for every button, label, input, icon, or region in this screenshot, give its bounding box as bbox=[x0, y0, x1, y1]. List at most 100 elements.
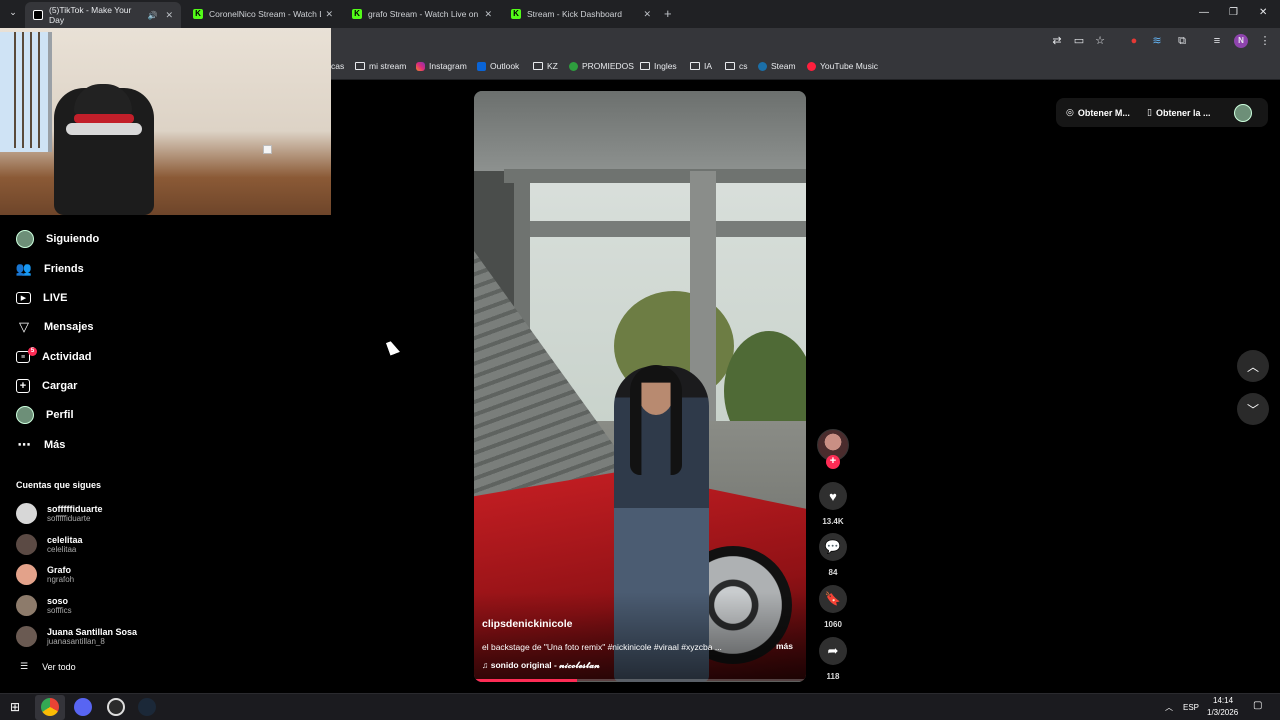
bookmark-ingles[interactable]: Ingles bbox=[640, 61, 677, 71]
avatar bbox=[16, 595, 37, 616]
close-tab-icon[interactable]: ✕ bbox=[165, 10, 173, 21]
more-icon: ⋯ bbox=[17, 437, 31, 452]
extension-red-icon[interactable]: ● bbox=[1127, 34, 1141, 48]
folder-icon bbox=[355, 62, 365, 70]
close-tab-icon[interactable]: ✕ bbox=[325, 9, 333, 20]
next-video-button[interactable]: ﹀ bbox=[1237, 393, 1269, 425]
avatar bbox=[16, 626, 37, 647]
nav-mensajes[interactable]: ▽ Mensajes bbox=[16, 316, 94, 338]
language-indicator[interactable]: ESP bbox=[1183, 703, 1199, 712]
following-account[interactable]: celelitaa celelitaa bbox=[16, 534, 83, 555]
previous-video-button[interactable]: ︿ bbox=[1237, 350, 1269, 382]
bookmark-star-icon[interactable]: ☆ bbox=[1093, 34, 1107, 48]
list-icon: ☰ bbox=[20, 661, 29, 671]
nav-siguiendo[interactable]: Siguiendo bbox=[16, 228, 99, 250]
windows-start-icon[interactable]: ⊞ bbox=[10, 700, 20, 714]
nav-friends[interactable]: 👥 Friends bbox=[16, 258, 84, 280]
video-progress-fill bbox=[474, 679, 577, 682]
activity-badge: 5 bbox=[28, 347, 37, 356]
following-account[interactable]: sofffffiduarte sofffffiduarte bbox=[16, 503, 103, 524]
bookmark-outlook[interactable]: Outlook bbox=[477, 61, 519, 71]
bookmark-ia[interactable]: IA bbox=[690, 61, 712, 71]
chrome-taskbar-icon[interactable] bbox=[41, 698, 59, 716]
media-queue-icon[interactable]: ≡ bbox=[1210, 34, 1224, 48]
new-tab-button[interactable]: + bbox=[664, 6, 672, 21]
get-coins-button[interactable]: ◎ Obtener M... bbox=[1066, 107, 1130, 118]
comment-count: 84 bbox=[828, 568, 838, 577]
folder-icon bbox=[533, 62, 543, 70]
nav-live[interactable]: ▶ LIVE bbox=[16, 287, 67, 309]
more-button[interactable]: más bbox=[776, 641, 793, 651]
tab-coronelnico-stream[interactable]: K CoronelNico Stream - Watch Li ✕ bbox=[185, 4, 341, 24]
user-avatar[interactable] bbox=[1234, 104, 1252, 122]
clock-time[interactable]: 14:14 bbox=[1213, 696, 1233, 705]
video-beam bbox=[514, 221, 806, 237]
translate-icon[interactable]: ⇄ bbox=[1050, 34, 1064, 48]
music-note-icon: ♫ bbox=[482, 660, 491, 670]
tab-search-button[interactable]: ⌄ bbox=[6, 7, 20, 21]
following-account[interactable]: soso sofffics bbox=[16, 595, 72, 616]
chrome-menu-icon[interactable]: ⋮ bbox=[1258, 34, 1272, 48]
folder-icon bbox=[725, 62, 735, 70]
close-tab-icon[interactable]: ✕ bbox=[484, 9, 492, 20]
steam-taskbar-icon[interactable] bbox=[138, 698, 156, 716]
see-all-link[interactable]: ☰ Ver todo bbox=[20, 661, 76, 672]
speaker-icon[interactable]: 🔊 bbox=[147, 11, 157, 20]
notifications-icon[interactable]: ▢ bbox=[1253, 700, 1262, 711]
bookmark-cs[interactable]: cs bbox=[725, 61, 748, 71]
comment-button[interactable]: 💬 bbox=[819, 533, 847, 561]
bookmark-steam[interactable]: Steam bbox=[758, 61, 796, 71]
bookmark-kz[interactable]: KZ bbox=[533, 61, 558, 71]
discord-taskbar-icon[interactable] bbox=[74, 698, 92, 716]
cast-icon[interactable]: ▭ bbox=[1072, 34, 1086, 48]
kick-favicon-icon: K bbox=[511, 9, 521, 19]
share-button[interactable]: ➦ bbox=[819, 637, 847, 665]
avatar bbox=[16, 534, 37, 555]
video-player[interactable]: clipsdenickinicole el backstage de "Una … bbox=[474, 91, 806, 682]
video-author[interactable]: clipsdenickinicole bbox=[482, 618, 572, 630]
clock-date[interactable]: 1/3/2026 bbox=[1207, 708, 1238, 717]
webcam-window-bars bbox=[8, 32, 46, 148]
obs-taskbar-icon[interactable] bbox=[107, 698, 125, 716]
coin-icon: ◎ bbox=[1066, 107, 1074, 117]
nav-mas[interactable]: ⋯ Más bbox=[16, 434, 66, 456]
nav-perfil[interactable]: Perfil bbox=[16, 404, 74, 426]
save-button[interactable]: 🔖 bbox=[819, 585, 847, 613]
close-tab-icon[interactable]: ✕ bbox=[643, 9, 651, 20]
bookmark-instagram[interactable]: Instagram bbox=[416, 61, 467, 71]
video-beam bbox=[504, 169, 806, 183]
extension-wave-icon[interactable]: ≋ bbox=[1150, 34, 1164, 48]
tab-label: grafo Stream - Watch Live on K bbox=[368, 9, 480, 19]
bookmark-youtube-music[interactable]: YouTube Music bbox=[807, 61, 878, 71]
tray-chevron-icon[interactable]: ︿ bbox=[1165, 702, 1173, 713]
follow-plus-icon[interactable]: + bbox=[826, 455, 840, 469]
restore-button[interactable]: ❐ bbox=[1229, 7, 1238, 18]
like-button[interactable]: ♥ bbox=[819, 482, 847, 510]
tab-kick-dashboard[interactable]: K Stream - Kick Dashboard ✕ bbox=[503, 4, 659, 24]
following-avatar-icon bbox=[16, 230, 34, 248]
instagram-icon bbox=[416, 61, 425, 71]
chair-white-stripe bbox=[66, 123, 142, 135]
bookmark-cas[interactable]: cas bbox=[331, 61, 344, 71]
bookmark-mi-stream[interactable]: mi stream bbox=[355, 61, 406, 71]
send-icon: ▽ bbox=[19, 319, 29, 334]
extensions-puzzle-icon[interactable]: ⧉ bbox=[1175, 34, 1189, 48]
webcam-overlay bbox=[0, 28, 331, 215]
bookmark-promiedos[interactable]: PROMIEDOS bbox=[569, 61, 634, 71]
video-sound[interactable]: ♫ sonido original - 𝓷𝓲𝓬𝓸𝓵𝓮𝓼𝓽𝓪𝓷 bbox=[482, 660, 600, 671]
kick-favicon-icon: K bbox=[352, 9, 362, 19]
following-account[interactable]: Juana Santillan Sosa juanasantillan_8 bbox=[16, 626, 137, 647]
mouse-cursor-icon bbox=[386, 339, 400, 356]
get-app-button[interactable]: ▯ Obtener la ... bbox=[1147, 107, 1210, 118]
video-ceiling bbox=[474, 91, 806, 171]
minimize-button[interactable]: — bbox=[1199, 7, 1209, 18]
comment-icon: 💬 bbox=[824, 539, 842, 554]
tab-tiktok[interactable]: (5)TikTok - Make Your Day 🔊 ✕ bbox=[25, 2, 181, 28]
close-window-button[interactable]: ✕ bbox=[1259, 7, 1267, 18]
tab-label: Stream - Kick Dashboard bbox=[527, 9, 622, 19]
nav-cargar[interactable]: + Cargar bbox=[16, 375, 77, 397]
following-account[interactable]: Grafo ngrafoh bbox=[16, 564, 74, 585]
chevron-down-icon: ﹀ bbox=[1246, 402, 1259, 417]
profile-avatar[interactable]: N bbox=[1234, 34, 1248, 48]
tab-grafo-stream[interactable]: K grafo Stream - Watch Live on K ✕ bbox=[344, 4, 500, 24]
